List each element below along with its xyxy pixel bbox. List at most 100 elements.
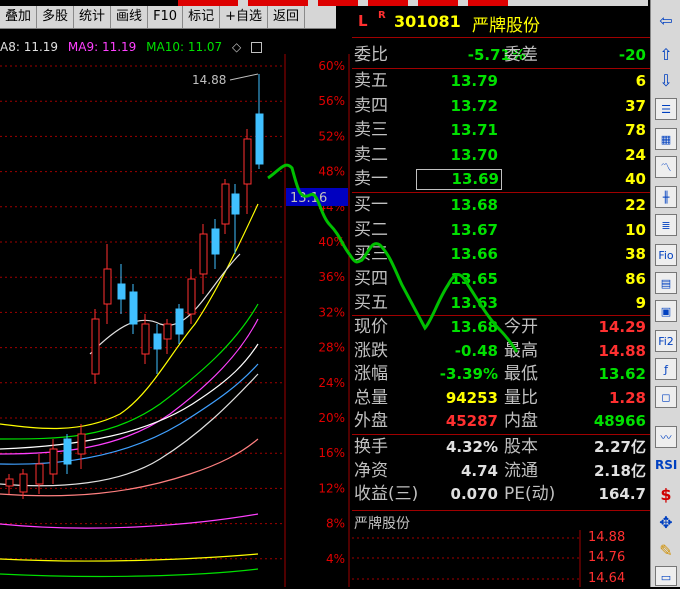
candle-body xyxy=(103,268,112,305)
mini-price-2: 14.76 xyxy=(588,550,626,565)
candle-chart-icon[interactable]: ╫ xyxy=(655,186,677,208)
pencil-icon[interactable]: ✎ xyxy=(655,540,677,562)
mark-button[interactable]: 标记 xyxy=(183,6,221,28)
divider xyxy=(352,37,650,38)
candle-body xyxy=(117,283,126,300)
pct-tick-label: 24% xyxy=(318,376,345,390)
back-button[interactable]: 返回 xyxy=(268,6,306,28)
pct-tick-label: 52% xyxy=(318,129,345,143)
candle-body xyxy=(221,183,230,225)
rsi-button[interactable]: RSI xyxy=(655,454,677,476)
order-level-label: 买一 xyxy=(354,195,388,215)
kline-chart[interactable]: 14.88 60%56%52%48%44%40%36%32%28%24%20%1… xyxy=(0,54,350,587)
stat-label: 量比 xyxy=(504,387,538,408)
arrow-up-icon[interactable]: ⇧ xyxy=(655,44,677,66)
order-book-row[interactable]: 卖三 13.71 78 xyxy=(354,119,650,142)
order-book-row[interactable]: 卖五 13.79 6 xyxy=(354,70,650,93)
quote-stat-row: 换手 4.32% 股本 2.27亿 xyxy=(354,436,650,459)
pct-tick-label: 36% xyxy=(318,270,345,284)
candle-body xyxy=(255,113,264,165)
order-price: 13.68 xyxy=(450,196,498,214)
quote-stat-row: 收益(三) 0.070 PE(动) 164.7 xyxy=(354,483,650,506)
order-volume: 6 xyxy=(635,72,646,90)
peak-price-label: 14.88 xyxy=(192,73,226,87)
stat-value: -0.48 xyxy=(454,341,498,360)
current-price-tag: 13.16 xyxy=(290,191,327,206)
more-icon[interactable]: ▭ xyxy=(655,566,677,586)
grid-table-icon[interactable]: ▦ xyxy=(655,128,677,150)
candle-body xyxy=(129,291,138,325)
divider xyxy=(352,192,650,193)
pct-tick-label: 28% xyxy=(318,341,345,355)
square-icon[interactable]: ◻ xyxy=(655,386,677,408)
order-level-label: 卖四 xyxy=(354,95,388,116)
stat-label: 最高 xyxy=(504,340,538,361)
order-price: 13.66 xyxy=(450,245,498,263)
quote-panel: L R 301081 严牌股份 委比 -5.71% 委差 -20 卖五 13.79… xyxy=(352,10,650,587)
stat-value: 2.27亿 xyxy=(593,438,646,456)
stat-value: 164.7 xyxy=(598,485,646,503)
arrow-down-icon[interactable]: ⇩ xyxy=(655,70,677,92)
diamond-icon[interactable]: ◇ xyxy=(232,40,241,54)
quote-stat-row: 总量 94253 量比 1.28 xyxy=(354,387,650,410)
f12-button[interactable]: Fi2 xyxy=(655,330,677,352)
menu-tab-partial[interactable] xyxy=(468,0,508,6)
stat-label: 现价 xyxy=(354,317,388,337)
order-level-label: 买五 xyxy=(354,293,388,313)
weibi-row: 委比 -5.71% 委差 -20 xyxy=(354,44,650,67)
list-icon[interactable]: ≣ xyxy=(655,214,677,236)
order-level-label: 买四 xyxy=(354,268,388,289)
candle-body xyxy=(211,228,220,255)
marker-l: L xyxy=(358,12,368,30)
order-book-row[interactable]: 买三 13.66 38 xyxy=(354,243,650,266)
quote-stat-row: 外盘 45287 内盘 48966 xyxy=(354,410,650,433)
ma9-value: MA9: 11.19 xyxy=(67,40,137,54)
stat-label: 流通 xyxy=(504,460,538,481)
order-price: 13.70 xyxy=(450,145,498,164)
pct-tick-label: 32% xyxy=(318,305,345,319)
order-book-row[interactable]: 卖二 13.70 24 xyxy=(354,144,650,167)
calendar-icon[interactable]: ▣ xyxy=(655,300,677,322)
dollar-icon[interactable]: $ xyxy=(655,484,677,506)
ma8-value: A8: 11.19 xyxy=(0,40,59,54)
stat-label: 换手 xyxy=(354,437,388,457)
arrow-left-icon[interactable]: ⇦ xyxy=(655,10,677,32)
order-level-label: 卖三 xyxy=(354,120,388,140)
order-book-row[interactable]: 卖四 13.72 37 xyxy=(354,95,650,118)
f10-button[interactable]: F10 xyxy=(148,6,184,28)
line-chart-icon[interactable]: 〽 xyxy=(655,156,677,178)
order-book-row[interactable]: 卖一 13.69 40 xyxy=(354,168,650,191)
ma-legend: A8: 11.19 MA9: 11.19 MA10: 11.07 ◇ xyxy=(0,40,268,54)
candle-body xyxy=(19,473,28,493)
menu-tab-partial[interactable] xyxy=(418,0,458,6)
overlay-button[interactable]: 叠加 xyxy=(0,6,38,28)
multi-stock-button[interactable]: 多股 xyxy=(37,6,75,28)
order-book-row[interactable]: 买二 13.67 10 xyxy=(354,219,650,242)
candle-body xyxy=(163,323,172,340)
order-book-row[interactable]: 买五 13.63 9 xyxy=(354,292,650,315)
menu-tab-partial[interactable] xyxy=(368,0,408,6)
order-price: 13.79 xyxy=(450,72,498,90)
box-icon[interactable] xyxy=(251,42,263,53)
add-favorite-button[interactable]: +自选 xyxy=(220,6,269,28)
mini-price-3: 14.64 xyxy=(588,571,626,586)
candle-body xyxy=(63,438,72,465)
stat-label: 涨跌 xyxy=(354,340,388,361)
move-icon[interactable]: ✥ xyxy=(655,512,677,534)
order-level-label: 买二 xyxy=(354,219,388,240)
wave-icon[interactable]: 〰 xyxy=(655,426,677,448)
mini-price-1: 14.88 xyxy=(588,530,626,545)
stat-value: 45287 xyxy=(445,412,498,430)
order-book-row[interactable]: 买四 13.65 86 xyxy=(354,268,650,291)
weicha-label: 委差 xyxy=(504,45,538,65)
candle-body xyxy=(199,233,208,275)
note-icon[interactable]: ▤ xyxy=(655,272,677,294)
function-icon[interactable]: ƒ xyxy=(655,358,677,380)
document-icon[interactable]: ☰ xyxy=(655,98,677,120)
draw-line-button[interactable]: 画线 xyxy=(111,6,149,28)
fio-button[interactable]: Fio xyxy=(655,244,677,266)
order-book-row[interactable]: 买一 13.68 22 xyxy=(354,194,650,217)
statistics-button[interactable]: 统计 xyxy=(74,6,112,28)
pct-tick-label: 12% xyxy=(318,481,345,495)
divider xyxy=(352,68,650,69)
